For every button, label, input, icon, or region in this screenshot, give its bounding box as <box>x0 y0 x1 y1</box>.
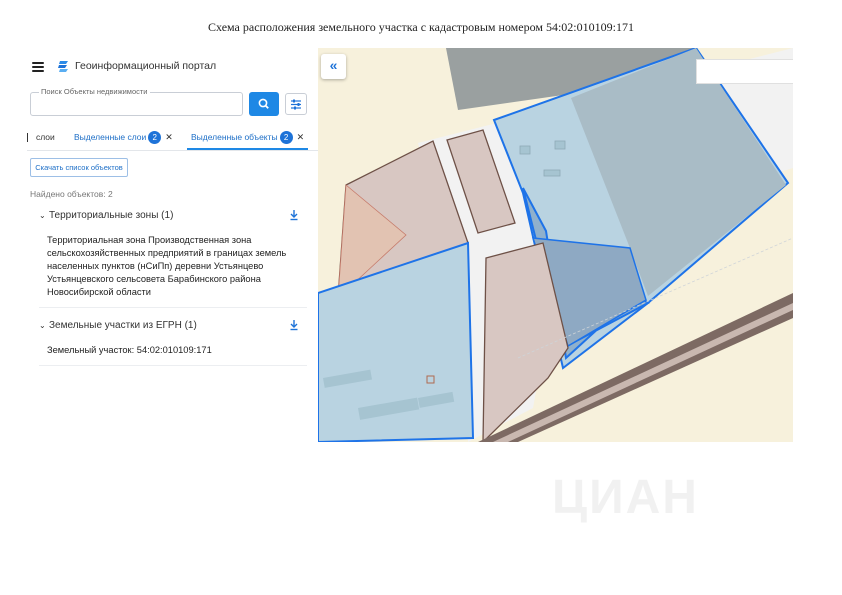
close-icon[interactable]: ✕ <box>297 132 305 142</box>
app-title: Геоинформационный портал <box>75 60 217 72</box>
portal-logo-icon <box>58 61 68 72</box>
section-header[interactable]: ⌄ Территориальные зоны (1) <box>39 206 307 226</box>
search-input[interactable]: Поиск Объекты недвижимости <box>30 87 243 116</box>
filter-settings-icon <box>291 99 301 110</box>
tab-bar: слои Выделенные слои 2 ✕ Выделенные объект… <box>27 126 318 151</box>
tab-selected-objects[interactable]: Выделенные объекты 2 ✕ <box>187 126 309 150</box>
download-icon[interactable] <box>289 319 299 331</box>
tab-label: Выделенные объекты <box>191 132 278 142</box>
section-header[interactable]: ⌄ Земельные участки из ЕГРН (1) <box>39 316 307 336</box>
chevron-down-icon: ⌄ <box>39 211 46 220</box>
side-panel: Геоинформационный портал Поиск Объекты н… <box>27 48 318 442</box>
filter-button[interactable] <box>285 93 307 115</box>
search-label: Поиск Объекты недвижимости <box>39 87 150 96</box>
count-badge: 2 <box>148 131 162 145</box>
document-title: Схема расположения земельного участка с … <box>208 20 634 34</box>
tab-label: слои <box>36 132 55 142</box>
download-icon[interactable] <box>289 209 299 221</box>
tab-selected-layers[interactable]: Выделенные слои 2 ✕ <box>74 126 173 150</box>
count-badge: 2 <box>279 131 293 145</box>
tab-label: Выделенные слои <box>74 132 147 142</box>
hamburger-menu-icon[interactable] <box>32 62 44 72</box>
section-title: Земельные участки из ЕГРН (1) <box>49 320 197 331</box>
section-body: Территориальная зона Производственная зо… <box>47 235 287 297</box>
section-territorial-zones: ⌄ Территориальные зоны (1) Территориальна… <box>39 206 307 308</box>
map-overlay-box <box>696 59 793 84</box>
map-canvas <box>318 48 793 442</box>
chevron-down-icon: ⌄ <box>39 321 46 330</box>
found-count: Найдено объектов: 2 <box>30 189 113 199</box>
tab-layers[interactable]: слои <box>27 126 67 150</box>
section-title: Территориальные зоны (1) <box>49 210 174 221</box>
search-icon <box>258 98 269 109</box>
section-land-plots: ⌄ Земельные участки из ЕГРН (1) Земельный… <box>39 316 307 366</box>
close-icon[interactable]: ✕ <box>165 132 173 142</box>
collapse-panel-button[interactable]: « <box>321 54 346 79</box>
download-list-button[interactable]: Скачать список объектов <box>30 158 128 177</box>
search-button[interactable] <box>249 92 279 116</box>
watermark: ЦИАН <box>552 471 699 524</box>
section-body: Земельный участок: 54:02:010109:171 <box>47 345 212 355</box>
double-chevron-left-icon: « <box>329 57 338 73</box>
cadastral-map[interactable]: « <box>318 48 793 442</box>
portal-window: Геоинформационный портал Поиск Объекты н… <box>27 48 793 442</box>
